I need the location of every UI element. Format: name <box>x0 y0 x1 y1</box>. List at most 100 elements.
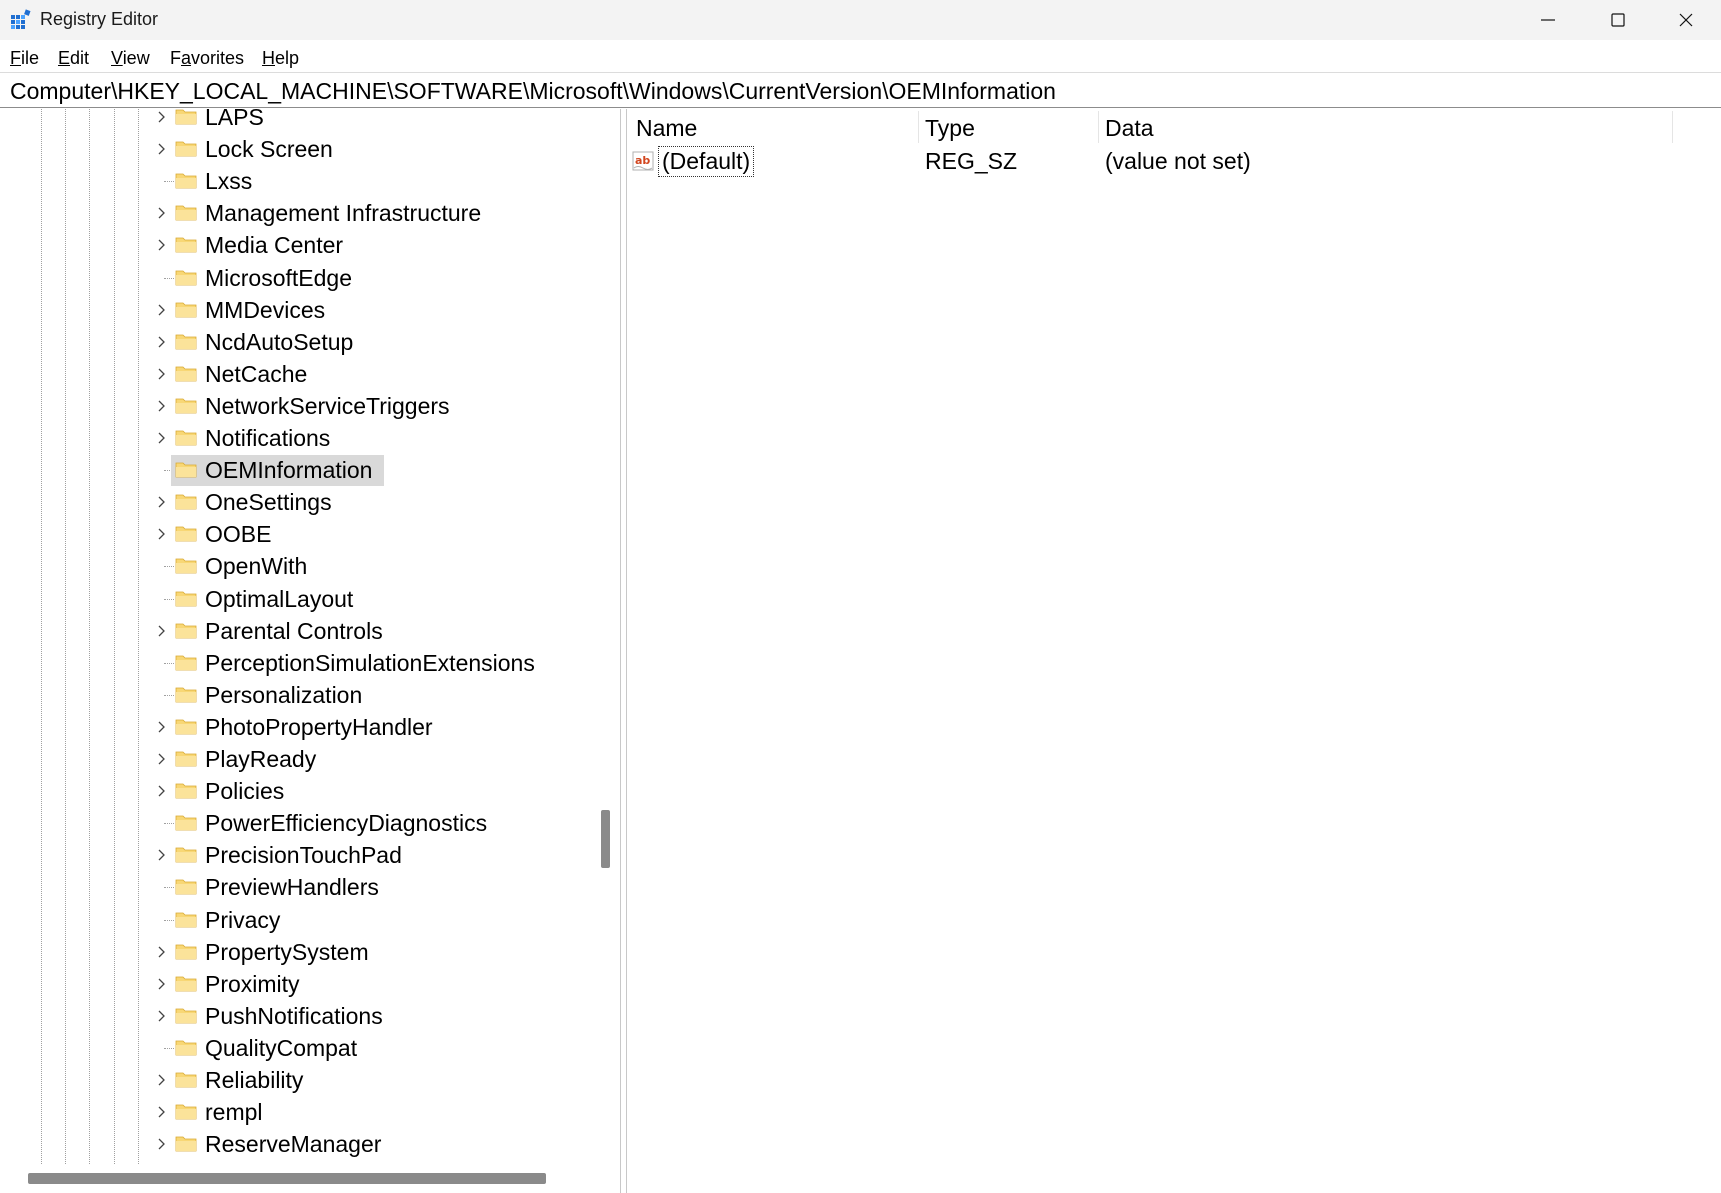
chevron-right-icon[interactable] <box>154 431 168 445</box>
tree-item[interactable]: PropertySystem <box>0 936 600 968</box>
tree-item[interactable]: PhotoPropertyHandler <box>0 711 600 743</box>
pane-splitter[interactable] <box>620 109 627 1193</box>
chevron-right-icon[interactable] <box>154 238 168 252</box>
menu-help[interactable]: Help <box>262 48 299 69</box>
tree-item[interactable]: LAPS <box>0 109 600 133</box>
values-list[interactable]: Name Type Data ab (Default) REG_SZ (valu… <box>628 109 1721 1193</box>
tree-horizontal-scroll-thumb[interactable] <box>28 1173 546 1184</box>
tree-item-label: Media Center <box>205 232 344 259</box>
tree-connector-line <box>164 566 174 568</box>
folder-icon <box>175 879 197 895</box>
tree-vertical-scrollbar[interactable] <box>594 109 610 1164</box>
tree-item[interactable]: Notifications <box>0 422 600 454</box>
column-header-type[interactable]: Type <box>925 109 975 145</box>
tree-item[interactable]: QualityCompat <box>0 1032 600 1064</box>
tree-item-label: ReserveManager <box>205 1131 382 1158</box>
chevron-right-icon[interactable] <box>154 399 168 413</box>
tree-item[interactable]: OptimalLayout <box>0 583 600 615</box>
chevron-right-icon[interactable] <box>154 527 168 541</box>
tree-item[interactable]: Privacy <box>0 904 600 936</box>
tree-item[interactable]: Lock Screen <box>0 133 600 165</box>
tree-item[interactable]: MicrosoftEdge <box>0 262 600 294</box>
folder-icon <box>175 205 197 221</box>
tree-item[interactable]: Reliability <box>0 1064 600 1096</box>
chevron-right-icon[interactable] <box>154 110 168 124</box>
chevron-right-icon[interactable] <box>154 752 168 766</box>
minimize-button[interactable] <box>1513 0 1583 40</box>
close-button[interactable] <box>1651 0 1721 40</box>
chevron-right-icon[interactable] <box>154 945 168 959</box>
tree-item[interactable]: Management Infrastructure <box>0 197 600 229</box>
tree-item[interactable]: Personalization <box>0 679 600 711</box>
tree-item[interactable]: rempl <box>0 1096 600 1128</box>
column-divider[interactable] <box>1672 111 1673 143</box>
folder-icon <box>175 334 197 350</box>
chevron-right-icon[interactable] <box>154 784 168 798</box>
tree-item[interactable]: OneSettings <box>0 486 600 518</box>
tree-item[interactable]: PerceptionSimulationExtensions <box>0 647 600 679</box>
menu-bar: File Edit View Favorites Help <box>0 40 1721 72</box>
value-row[interactable]: ab (Default) REG_SZ (value not set) <box>628 145 1721 179</box>
tree-item[interactable]: ReserveManager <box>0 1128 600 1160</box>
chevron-right-icon[interactable] <box>154 142 168 156</box>
minimize-icon <box>1541 19 1555 21</box>
tree-item[interactable]: OEMInformation <box>0 454 600 487</box>
chevron-right-icon[interactable] <box>154 1137 168 1151</box>
folder-icon <box>175 687 197 703</box>
key-tree[interactable]: LAPS Lock Screen Lxss Management Infrastruc… <box>0 109 600 1193</box>
menu-file[interactable]: File <box>10 48 39 69</box>
chevron-right-icon[interactable] <box>154 335 168 349</box>
tree-item[interactable]: NetworkServiceTriggers <box>0 390 600 422</box>
column-divider[interactable] <box>918 111 919 143</box>
tree-item[interactable]: NcdAutoSetup <box>0 326 600 358</box>
chevron-right-icon[interactable] <box>154 624 168 638</box>
chevron-right-icon[interactable] <box>154 303 168 317</box>
tree-item[interactable]: Policies <box>0 775 600 807</box>
menu-view[interactable]: View <box>111 48 150 69</box>
menu-edit[interactable]: Edit <box>58 48 89 69</box>
tree-item[interactable]: OpenWith <box>0 550 600 582</box>
value-name[interactable]: (Default) <box>658 146 755 177</box>
maximize-button[interactable] <box>1583 0 1653 40</box>
tree-item[interactable]: NetCache <box>0 358 600 390</box>
tree-item[interactable]: PowerEfficiencyDiagnostics <box>0 807 600 839</box>
menu-view-label: iew <box>122 48 150 68</box>
tree-item[interactable]: Proximity <box>0 968 600 1000</box>
chevron-right-icon[interactable] <box>154 495 168 509</box>
folder-icon <box>175 783 197 799</box>
column-header-name[interactable]: Name <box>636 109 697 145</box>
tree-item[interactable]: PlayReady <box>0 743 600 775</box>
tree-item[interactable]: OOBE <box>0 518 600 550</box>
chevron-right-icon[interactable] <box>154 206 168 220</box>
column-divider[interactable] <box>1098 111 1099 143</box>
tree-item-label: PerceptionSimulationExtensions <box>205 649 535 676</box>
menu-favorites[interactable]: Favorites <box>170 48 244 69</box>
tree-item[interactable]: MMDevices <box>0 294 600 326</box>
tree-vertical-scroll-thumb[interactable] <box>601 810 610 868</box>
menu-favorites-label: vorites <box>191 48 245 68</box>
reg-sz-icon: ab <box>632 151 654 171</box>
chevron-right-icon[interactable] <box>154 848 168 862</box>
chevron-right-icon[interactable] <box>154 1009 168 1023</box>
chevron-right-icon[interactable] <box>154 1073 168 1087</box>
chevron-right-icon[interactable] <box>154 977 168 991</box>
chevron-right-icon[interactable] <box>154 720 168 734</box>
tree-item-label: Policies <box>205 778 285 805</box>
address-bar[interactable]: Computer\HKEY_LOCAL_MACHINE\SOFTWARE\Mic… <box>0 72 1721 108</box>
tree-item[interactable]: PreviewHandlers <box>0 871 600 903</box>
folder-icon <box>175 1040 197 1056</box>
tree-item[interactable]: Parental Controls <box>0 615 600 647</box>
svg-text:ab: ab <box>635 154 650 167</box>
chevron-right-icon[interactable] <box>154 367 168 381</box>
tree-item-label: Lock Screen <box>205 136 333 163</box>
tree-item[interactable]: PushNotifications <box>0 1000 600 1032</box>
chevron-right-icon[interactable] <box>154 1105 168 1119</box>
column-header-data[interactable]: Data <box>1105 109 1154 145</box>
tree-item[interactable]: Lxss <box>0 165 600 197</box>
tree-item[interactable]: Media Center <box>0 229 600 261</box>
tree-item-label: PushNotifications <box>205 1002 383 1029</box>
tree-connector-line <box>164 887 174 889</box>
tree-connector-line <box>164 694 174 696</box>
address-path[interactable]: Computer\HKEY_LOCAL_MACHINE\SOFTWARE\Mic… <box>10 78 1056 105</box>
tree-item[interactable]: PrecisionTouchPad <box>0 839 600 871</box>
